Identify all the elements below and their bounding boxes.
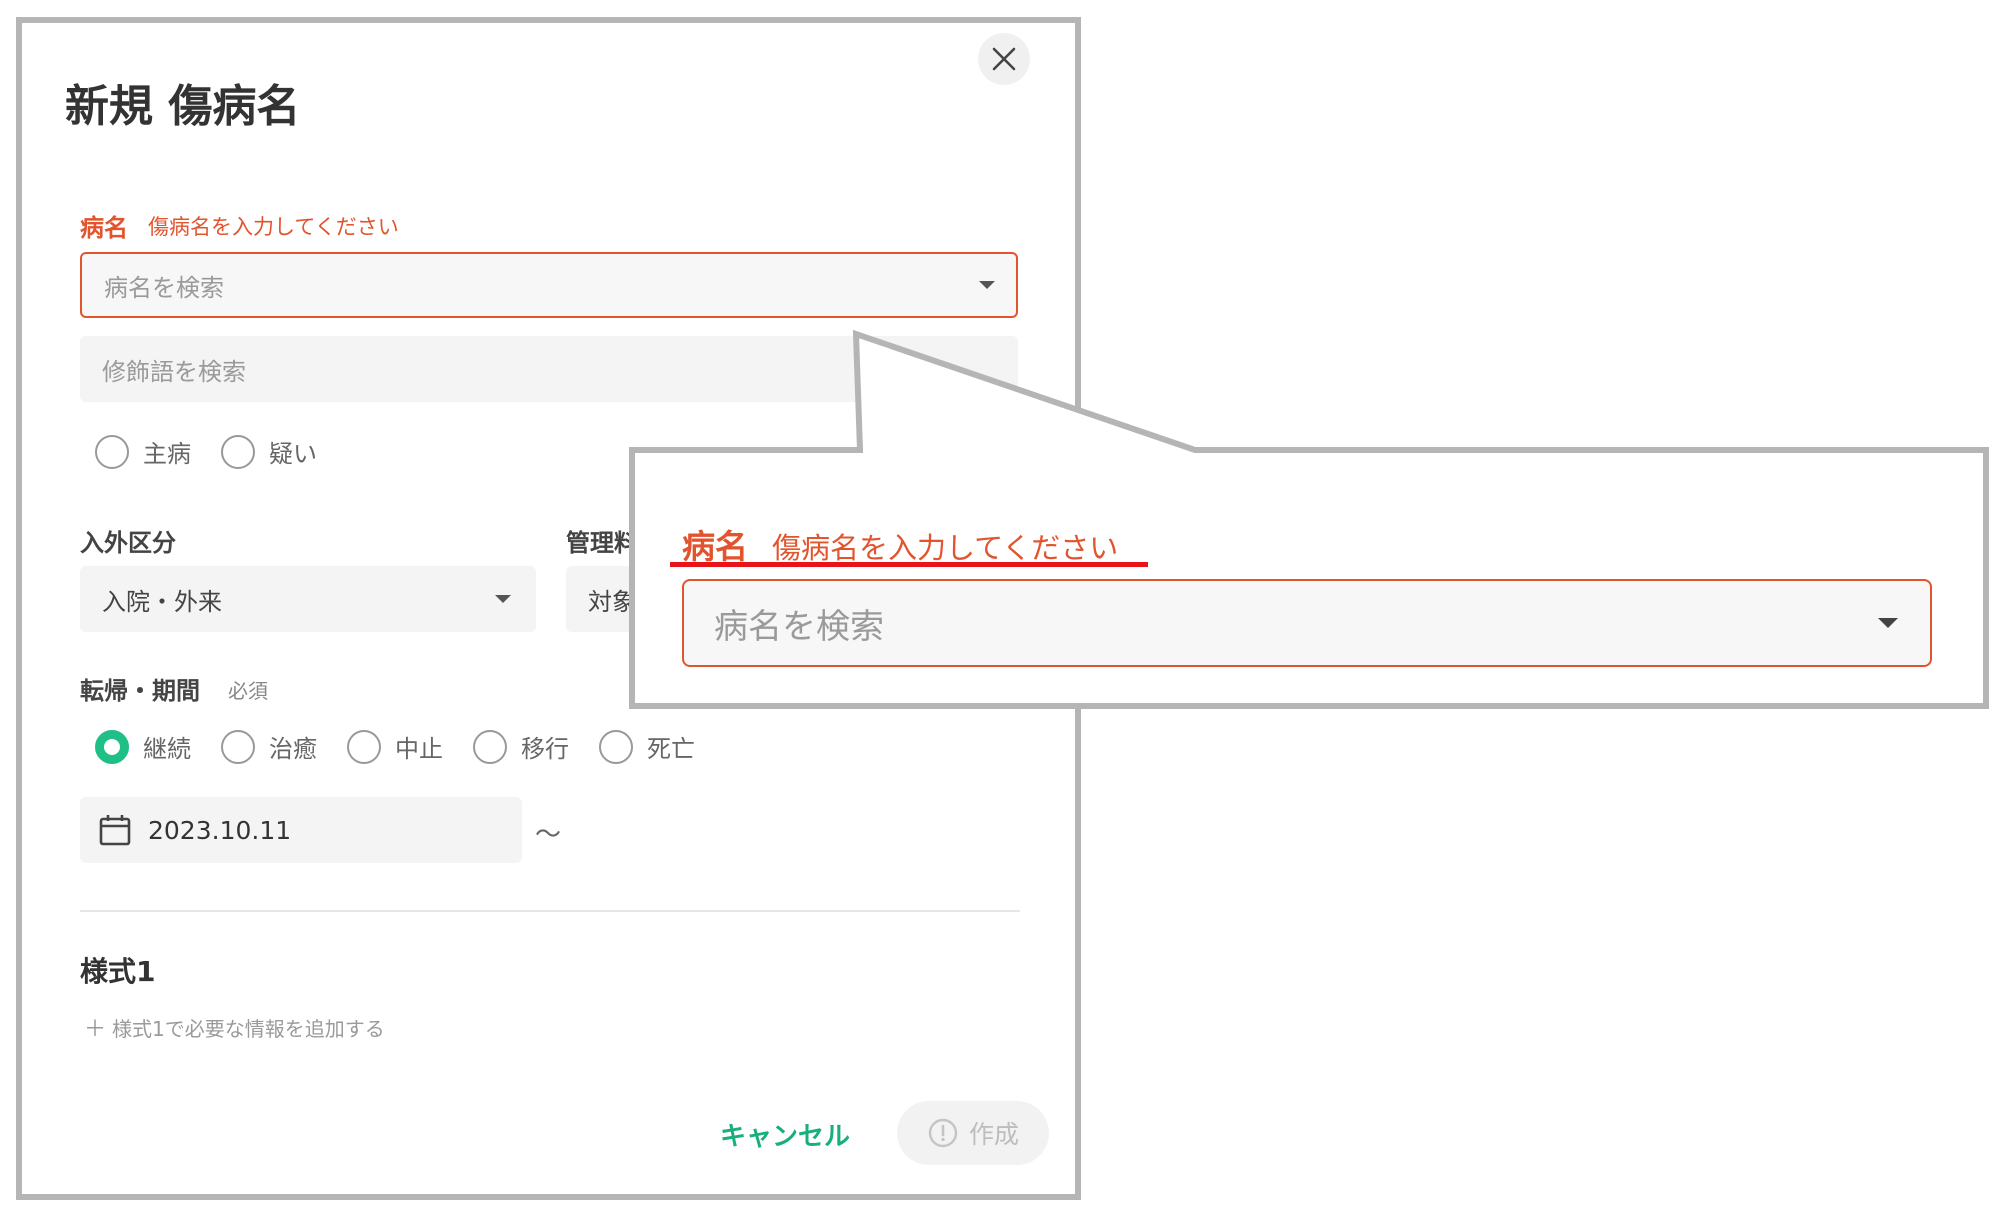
chevron-down-icon (1878, 618, 1898, 628)
zoom-disease-label: 病名 (682, 527, 748, 566)
zoom-error-message: 傷病名を入力してください (772, 531, 1119, 565)
zoom-disease-search-select: 病名を検索 (682, 579, 1932, 667)
zoom-highlight-underline (670, 562, 1148, 567)
zoom-search-placeholder: 病名を検索 (714, 606, 884, 647)
